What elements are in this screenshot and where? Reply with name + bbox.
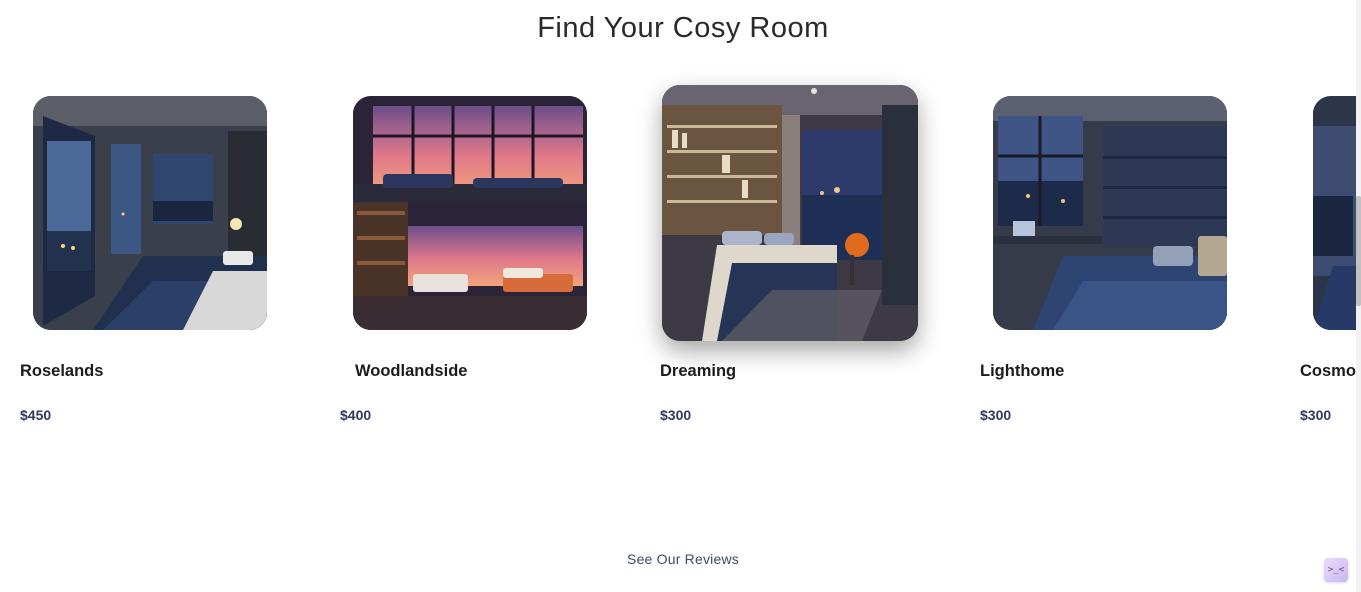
room-card-woodlandside[interactable]: Woodlandside $400	[320, 0, 620, 440]
room-image[interactable]	[993, 96, 1227, 330]
room-name[interactable]: Woodlandside	[355, 362, 467, 381]
room-price: $300	[660, 407, 692, 423]
see-reviews-link[interactable]: See Our Reviews	[0, 551, 1361, 567]
room-image[interactable]	[353, 96, 587, 330]
room-card-roselands[interactable]: Roselands $450	[0, 0, 300, 440]
room-price: $450	[20, 407, 52, 423]
room-image[interactable]	[33, 96, 267, 330]
vertical-scrollbar[interactable]	[1356, 0, 1361, 592]
room-price: $300	[980, 407, 1012, 423]
room-name[interactable]: Dreaming	[660, 362, 736, 381]
room-image[interactable]	[1313, 96, 1361, 330]
room-card-lighthome[interactable]: Lighthome $300	[960, 0, 1260, 440]
scrollbar-thumb[interactable]	[1356, 196, 1361, 306]
chat-bubble-icon[interactable]: >_<	[1324, 558, 1348, 582]
room-price: $300	[1300, 407, 1332, 423]
room-name[interactable]: Roselands	[20, 362, 103, 381]
rooms-page: Find Your Cosy Room Roselands $450 Woodl…	[0, 0, 1361, 592]
room-name[interactable]: Lighthome	[980, 362, 1064, 381]
room-card-cosmo[interactable]: Cosmo' $300	[1280, 0, 1361, 440]
room-image[interactable]	[662, 85, 918, 341]
room-price: $400	[340, 407, 372, 423]
room-name[interactable]: Cosmo'	[1300, 362, 1360, 381]
room-card-dreaming[interactable]: Dreaming $300	[640, 0, 940, 440]
